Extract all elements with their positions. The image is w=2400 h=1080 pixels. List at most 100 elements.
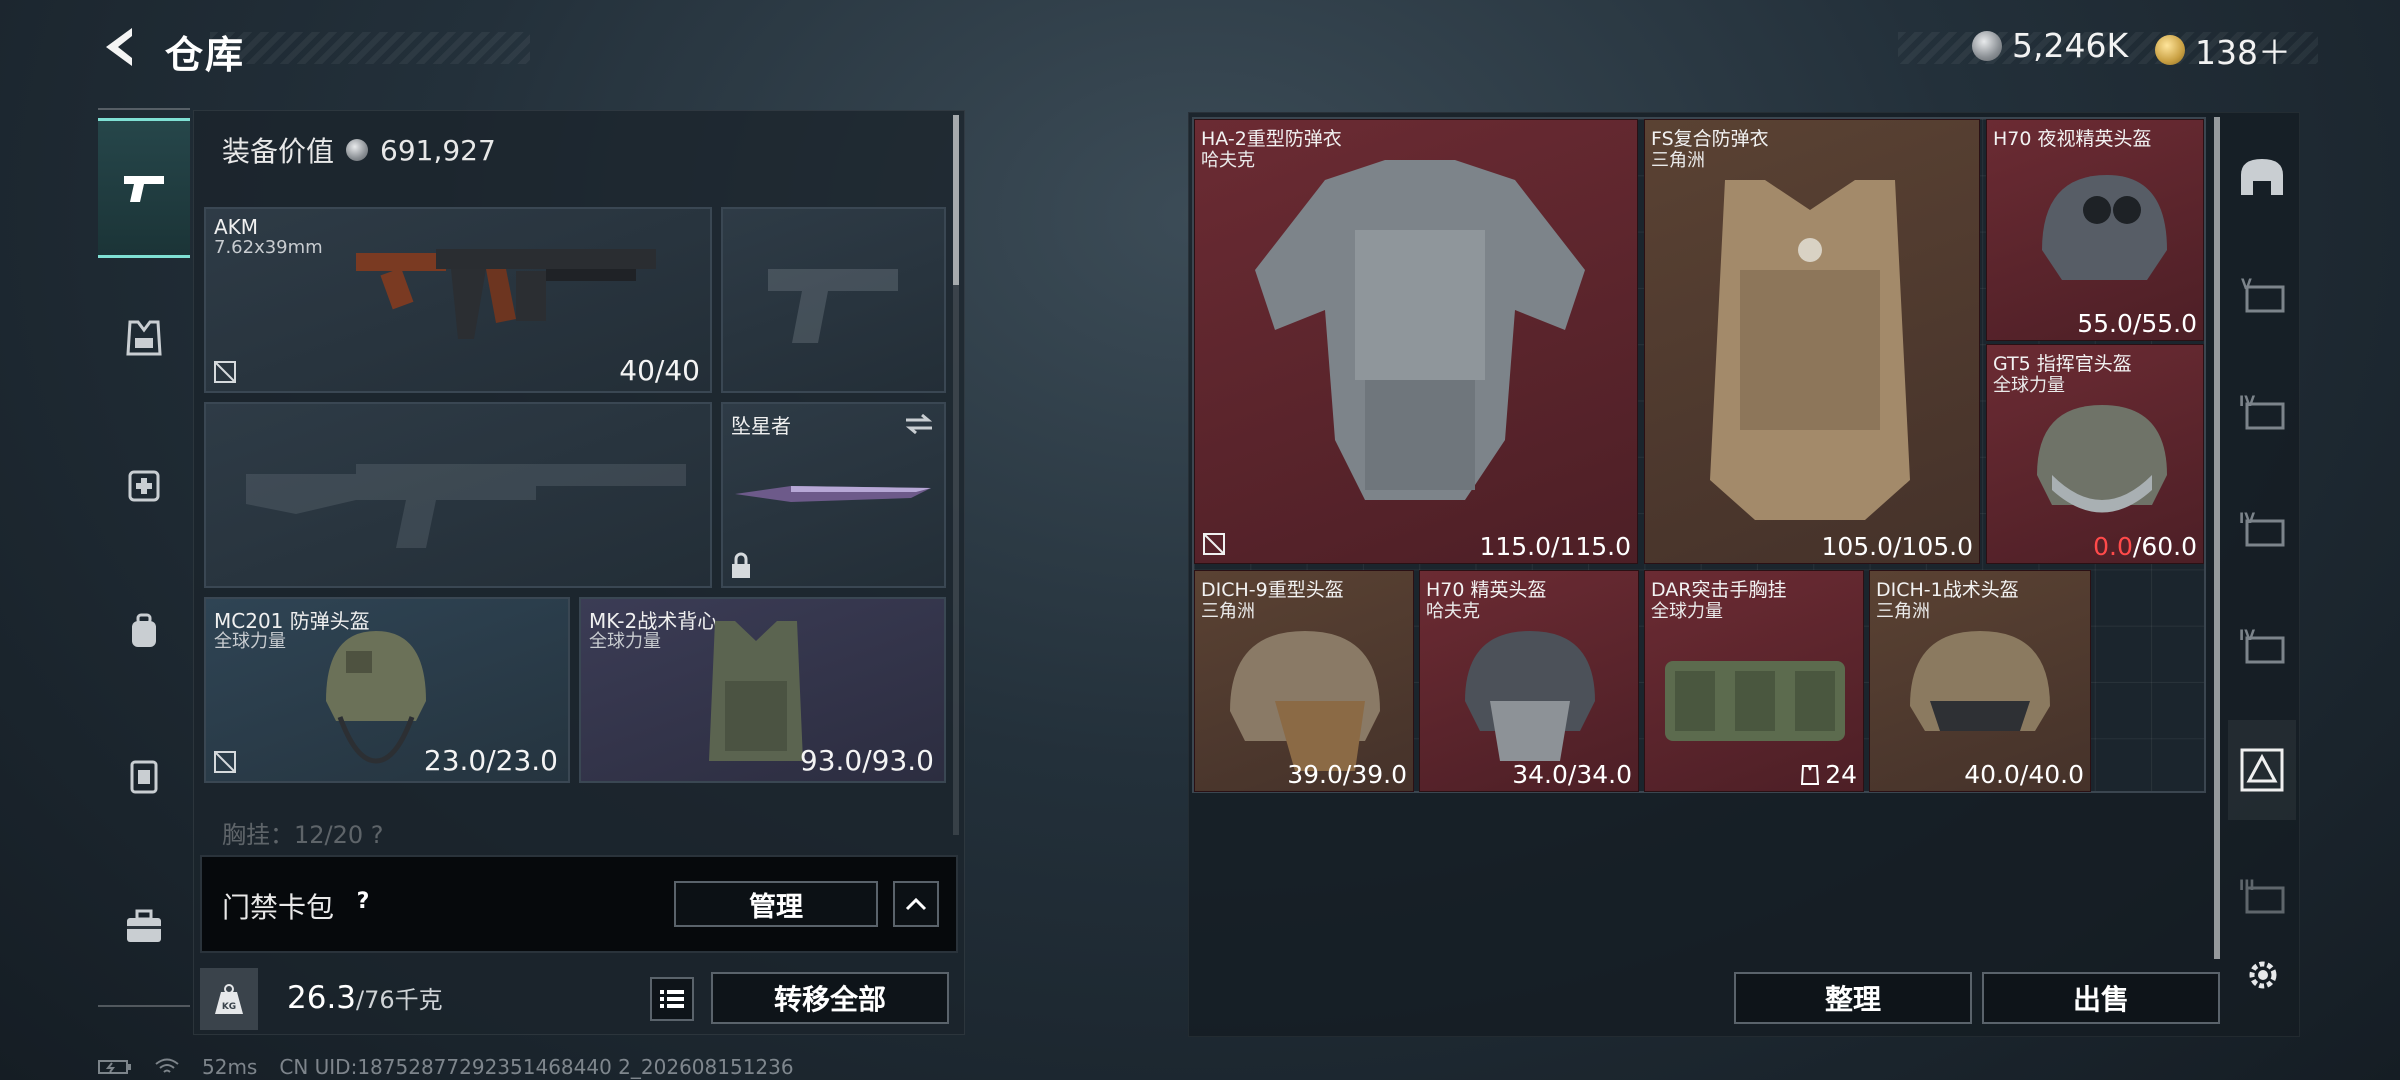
tier-4-label: IV: [2239, 628, 2255, 644]
stash-item-dich1-helmet[interactable]: DICH-1战术头盔 三角洲 40.0/40.0: [1869, 570, 2091, 792]
rifle-silhouette-icon: [246, 464, 686, 548]
melee-slot[interactable]: 坠星者: [721, 402, 946, 588]
battery-icon: [98, 1060, 131, 1074]
no-insure-icon: [214, 751, 236, 773]
item-durability: 39.0/39.0: [1287, 760, 1407, 789]
sidebar-item-container[interactable]: [98, 730, 190, 822]
item-durability: 105.0/105.0: [1821, 532, 1973, 561]
backpack-icon: [132, 613, 156, 647]
no-insure-icon: [214, 361, 236, 383]
weapon-name: AKM: [214, 215, 259, 239]
weight-readout: 26.3/76千克: [287, 980, 443, 1016]
item-durability: 115.0/115.0: [1479, 532, 1631, 561]
vest-icon: [126, 320, 162, 356]
helmet-filter-icon: [2241, 159, 2283, 195]
back-button[interactable]: [98, 22, 142, 72]
swap-icon[interactable]: [902, 412, 936, 436]
filter-armor-tab[interactable]: [2228, 720, 2296, 820]
silver-coin-icon: [1972, 30, 2002, 61]
sidebar-item-briefcase[interactable]: [98, 880, 190, 972]
filter-tier-5-tab[interactable]: V: [2228, 245, 2296, 345]
gold-currency-value: 138＋: [2195, 33, 2291, 72]
stash-item-gt5-helmet[interactable]: GT5 指挥官头盔 全球力量 0.0/60.0: [1986, 344, 2204, 564]
stash-item-dich9-helmet[interactable]: DICH-9重型头盔 三角洲 39.0/39.0: [1194, 570, 1414, 792]
helmet-brand: 全球力量: [214, 631, 286, 652]
manage-button[interactable]: 管理: [674, 881, 878, 927]
filter-all-tab[interactable]: [2228, 128, 2296, 228]
tier-4-icon: IV: [2239, 628, 2285, 664]
composite-vest-image: [1710, 180, 1910, 520]
equip-value-label: 装备价值: [222, 135, 335, 168]
help-button[interactable]: ?: [347, 885, 379, 917]
equip-value-amount: 691,927: [380, 133, 496, 167]
page-title: 仓库: [165, 33, 246, 77]
loadout-scrollbar-thumb[interactable]: [953, 115, 959, 285]
stash-item-ha2-armor[interactable]: HA-2重型防弹衣 哈夫克 115.0/115.0: [1194, 119, 1638, 564]
stash-item-h70-nv-helmet[interactable]: H70 夜视精英头盔 55.0/55.0: [1986, 119, 2204, 341]
sidebar-bottom-divider: [98, 1005, 190, 1007]
transfer-all-button[interactable]: 转移全部: [711, 972, 949, 1024]
filter-tier-3-tab[interactable]: III: [2228, 846, 2296, 946]
chest-rig-image: [1665, 661, 1845, 741]
commander-helmet-image: [2037, 405, 2167, 513]
silver-currency-value: 5,246K: [2012, 26, 2129, 65]
no-insure-icon: [1203, 533, 1225, 555]
knife-image: [735, 486, 931, 502]
pistol-silhouette-icon: [768, 269, 898, 343]
item-durability: 34.0/34.0: [1512, 760, 1632, 789]
tier-5-icon: V: [2241, 277, 2285, 313]
helmet-slot[interactable]: MC201 防弹头盔 全球力量 23.0/23.0: [204, 597, 570, 783]
secondary-rifle-slot[interactable]: [204, 402, 712, 588]
armor-slot[interactable]: MK-2战术背心 全球力量 93.0/93.0: [579, 597, 946, 783]
helmet-durability: 23.0/23.0: [423, 744, 558, 777]
stash-item-fs-armor[interactable]: FS复合防弹衣 三角洲 105.0/105.0: [1644, 119, 1980, 564]
gold-currency[interactable]: 138＋: [2155, 26, 2291, 74]
tier-4-label: IV: [2239, 511, 2255, 527]
elite-helmet-image: [1465, 631, 1595, 761]
vest-image: [709, 621, 803, 761]
stash-scrollbar[interactable]: [2214, 117, 2220, 959]
header-stripe-left: [210, 32, 530, 64]
armor-durability: 93.0/93.0: [799, 744, 934, 777]
sidebar-item-weapons[interactable]: [98, 118, 190, 258]
weight-icon-box: KG: [200, 968, 258, 1030]
sidebar-item-armor[interactable]: [98, 292, 190, 384]
filter-tier-4b-tab[interactable]: IV: [2228, 479, 2296, 579]
tier-4-icon: IV: [2239, 511, 2285, 547]
armor-brand: 全球力量: [589, 631, 661, 652]
equip-value: 装备价值 691,927: [222, 130, 496, 170]
primary-weapon-slot[interactable]: AKM 7.62x39mm 40/40: [204, 207, 712, 393]
filter-tier-4a-tab[interactable]: IV: [2228, 362, 2296, 462]
sidebar-item-backpack[interactable]: [98, 585, 190, 677]
secondary-weapon-slot[interactable]: [721, 207, 946, 393]
helmet-image: [326, 631, 426, 764]
nv-helmet-image: [2042, 175, 2167, 280]
chevron-up-icon: [905, 897, 927, 911]
stash-item-h70-helmet[interactable]: H70 精英头盔 哈夫克 34.0/34.0: [1419, 570, 1639, 792]
tier-4-icon: IV: [2239, 394, 2285, 430]
list-icon: [660, 990, 684, 1008]
collapse-button[interactable]: [893, 881, 939, 927]
sidebar-item-medical[interactable]: [98, 438, 190, 530]
stash-item-dar-chest-rig[interactable]: DAR突击手胸挂 全球力量 24: [1644, 570, 1864, 792]
sidebar-top-divider: [98, 108, 190, 110]
kg-text: KG: [222, 1002, 236, 1012]
sort-button[interactable]: 整理: [1734, 972, 1972, 1024]
briefcase-icon: [127, 909, 161, 942]
item-name: H70 夜视精英头盔: [1993, 128, 2152, 150]
weapon-caliber: 7.62x39mm: [214, 237, 323, 258]
capacity-icon: [1801, 764, 1820, 785]
melee-name: 坠星者: [731, 414, 791, 438]
heavy-helmet-image: [1230, 631, 1380, 771]
item-durability-current: 0.0: [2093, 532, 2133, 561]
item-brand: 全球力量: [1651, 601, 1723, 622]
sell-button[interactable]: 出售: [1982, 972, 2220, 1024]
lock-icon: [732, 552, 750, 578]
item-durability: 40.0/40.0: [1964, 760, 2084, 789]
list-view-button[interactable]: [650, 977, 694, 1021]
filter-tier-4c-tab[interactable]: IV: [2228, 596, 2296, 696]
settings-button[interactable]: [2238, 950, 2288, 1000]
armor-filter-icon: [2240, 748, 2284, 792]
container-icon: [130, 760, 158, 794]
ping-text: 52ms: [202, 1055, 258, 1079]
